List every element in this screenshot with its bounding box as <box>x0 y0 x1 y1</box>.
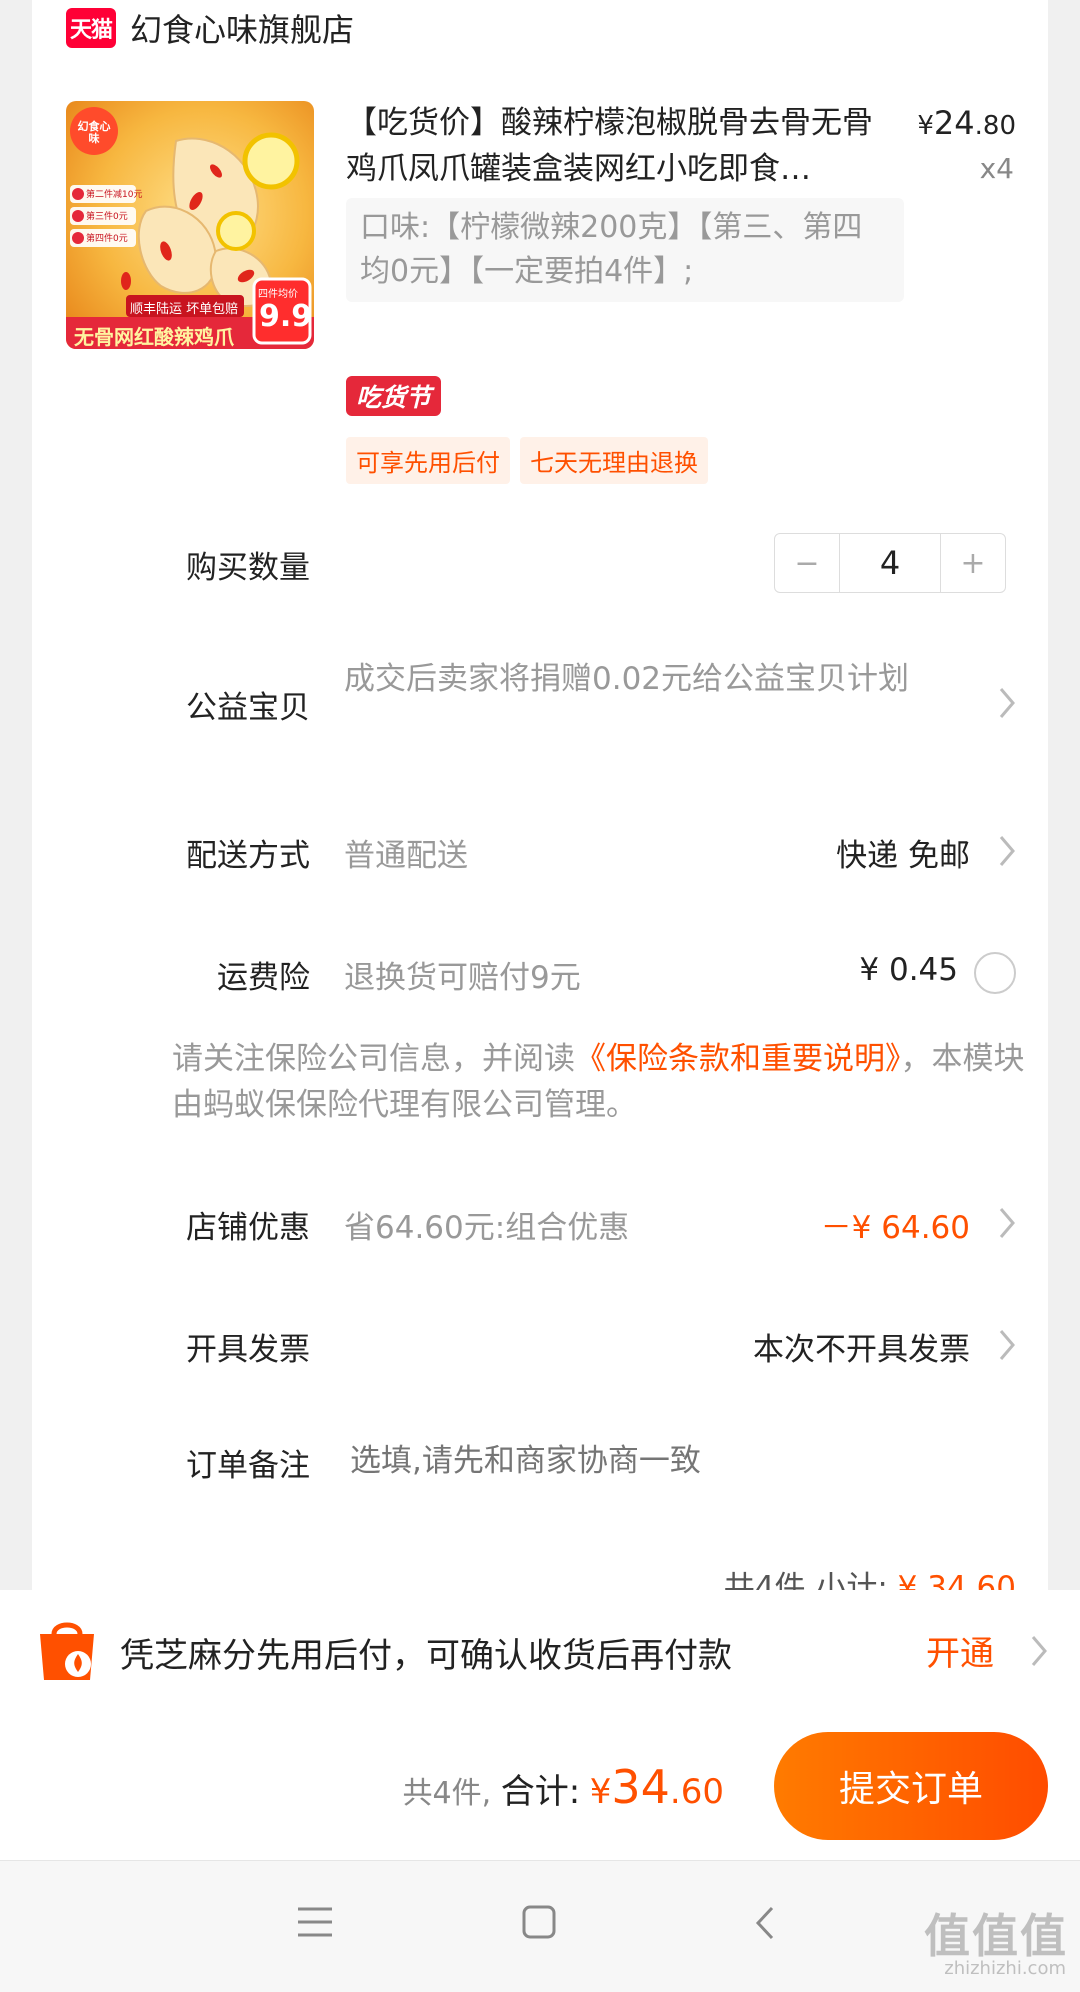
chevron-right-icon <box>998 1328 1016 1362</box>
pay-later-text: 凭芝麻分先用后付，可确认收货后再付款 <box>120 1636 732 1676</box>
row-remark: 订单备注 <box>32 1436 1048 1486</box>
activate-link[interactable]: 开通 <box>926 1626 994 1675</box>
checkout-bar: 共4件, 合计: ¥34.60 提交订单 <box>0 1710 1080 1860</box>
insurance-radio[interactable] <box>974 952 1016 994</box>
row-insurance: 运费险 退换货可赔付9元 ¥ 0.45 <box>32 948 1048 998</box>
chevron-right-icon <box>1030 1634 1048 1672</box>
row-charity[interactable]: 公益宝贝 成交后卖家将捐赠0.02元给公益宝贝计划 <box>32 656 1048 756</box>
product-title[interactable]: 【吃货价】酸辣柠檬泡椒脱骨去骨无骨鸡爪凤爪罐装盒装网红小吃即食… <box>346 100 901 192</box>
row-delivery[interactable]: 配送方式 普通配送 快递 免邮 <box>32 826 1048 876</box>
delivery-value: 快递 免邮 <box>836 838 970 874</box>
remark-label: 订单备注 <box>186 1448 310 1484</box>
thumb-caption: 无骨网红酸辣鸡爪 <box>74 325 234 349</box>
unit-price: ¥24.80 <box>917 104 1016 142</box>
quantity-label: 购买数量 <box>186 550 310 586</box>
pay-later-bar[interactable]: 凭芝麻分先用后付，可确认收货后再付款 开通 <box>0 1590 1080 1710</box>
quantity-stepper[interactable]: − 4 + <box>774 533 1006 593</box>
shopping-bag-icon <box>34 1616 100 1684</box>
chevron-right-icon <box>998 1206 1016 1240</box>
row-shop-discount[interactable]: 店铺优惠 省64.60元:组合优惠 －¥ 64.60 <box>32 1198 1048 1248</box>
insurance-notice: 请关注保险公司信息，并阅读《保险条款和重要说明》，本模块由蚂蚁保保险代理有限公司… <box>172 1036 1032 1128</box>
store-name[interactable]: 幻食心味旗舰店 <box>130 5 354 51</box>
tag-pay-later: 可享先用后付 <box>346 437 510 484</box>
thumb-price: 9.9 <box>259 299 313 334</box>
back-icon[interactable] <box>754 1905 776 1945</box>
terms-link[interactable]: 《保险条款和重要说明》 <box>575 1041 901 1077</box>
chevron-right-icon <box>998 834 1016 868</box>
subtotal: 共4件 小计: ¥ 34.60 <box>724 1562 1016 1590</box>
delivery-label: 配送方式 <box>186 838 310 874</box>
product-image[interactable]: 幻食心味 第二件减10元 第三件0元 第四件0元 顺丰陆运 坏单包赔 无骨网红酸… <box>66 101 314 349</box>
watermark-url: zhizhizhi.com <box>944 1958 1066 1979</box>
thumb-deal: 第三件0元 <box>86 212 128 222</box>
thumb-price-label: 四件均价 <box>258 289 298 300</box>
thumb-deal: 第四件0元 <box>86 234 128 244</box>
sku-spec[interactable]: 口味:【柠檬微辣200克】【第三、第四均0元】【一定要拍4件】; <box>346 198 904 302</box>
notice-text: 请关注保险公司信息，并阅读 <box>172 1041 575 1077</box>
charity-label: 公益宝贝 <box>186 690 310 726</box>
thumb-banner: 顺丰陆运 坏单包赔 <box>130 302 239 317</box>
invoice-label: 开具发票 <box>186 1332 310 1368</box>
quantity-value[interactable]: 4 <box>839 534 941 592</box>
insurance-desc: 退换货可赔付9元 <box>344 960 581 996</box>
thumb-logo: 幻食心味 <box>77 120 111 145</box>
subtotal-label: 小计: <box>815 1570 888 1590</box>
increment-button[interactable]: + <box>941 534 1005 592</box>
currency-symbol: ¥ <box>589 1772 612 1812</box>
item-count: 共4件, <box>402 1776 492 1811</box>
delivery-desc: 普通配送 <box>344 838 468 874</box>
menu-icon[interactable] <box>296 1905 334 1943</box>
tmall-badge: 天猫 <box>66 8 116 48</box>
subtotal-amount: ¥ 34.60 <box>897 1570 1016 1590</box>
charity-desc: 成交后卖家将捐赠0.02元给公益宝贝计划 <box>344 661 910 697</box>
row-invoice[interactable]: 开具发票 本次不开具发票 <box>32 1320 1048 1370</box>
total-decimal: .60 <box>669 1772 724 1812</box>
price-decimal: .80 <box>974 111 1016 141</box>
total-label: 合计: <box>500 1772 581 1812</box>
item-quantity: x4 <box>979 152 1014 185</box>
remark-input[interactable] <box>348 1436 1002 1486</box>
home-icon[interactable] <box>522 1905 556 1943</box>
price-symbol: ¥ <box>917 111 934 141</box>
price-int: 24 <box>933 104 975 142</box>
system-nav-bar <box>0 1860 1080 1992</box>
discount-desc: 省64.60元:组合优惠 <box>344 1210 630 1246</box>
order-total: 共4件, 合计: ¥34.60 <box>403 1760 724 1814</box>
promo-badge: 吃货节 <box>346 376 442 416</box>
watermark: 值值值 <box>924 1909 1068 1963</box>
invoice-value: 本次不开具发票 <box>753 1332 970 1368</box>
service-tags: 可享先用后付 七天无理由退换 <box>346 437 708 484</box>
insurance-price: ¥ 0.45 <box>859 952 958 988</box>
decrement-button[interactable]: − <box>775 534 839 592</box>
tag-free-return: 七天无理由退换 <box>520 437 708 484</box>
discount-value: －¥ 64.60 <box>820 1210 970 1246</box>
total-int: 34 <box>611 1760 670 1814</box>
store-header[interactable]: 天猫 幻食心味旗舰店 <box>66 0 354 56</box>
chevron-right-icon <box>998 686 1016 720</box>
order-card: 天猫 幻食心味旗舰店 幻食心味 第二件减10元 第三件0元 第四件0元 顺丰陆运… <box>32 0 1048 1590</box>
discount-label: 店铺优惠 <box>186 1210 310 1246</box>
thumb-deal: 第二件减10元 <box>86 190 143 200</box>
insurance-label: 运费险 <box>217 960 310 996</box>
subtotal-count: 共4件 <box>723 1570 806 1590</box>
submit-order-button[interactable]: 提交订单 <box>774 1732 1048 1840</box>
total-amount: ¥34.60 <box>590 1760 724 1814</box>
